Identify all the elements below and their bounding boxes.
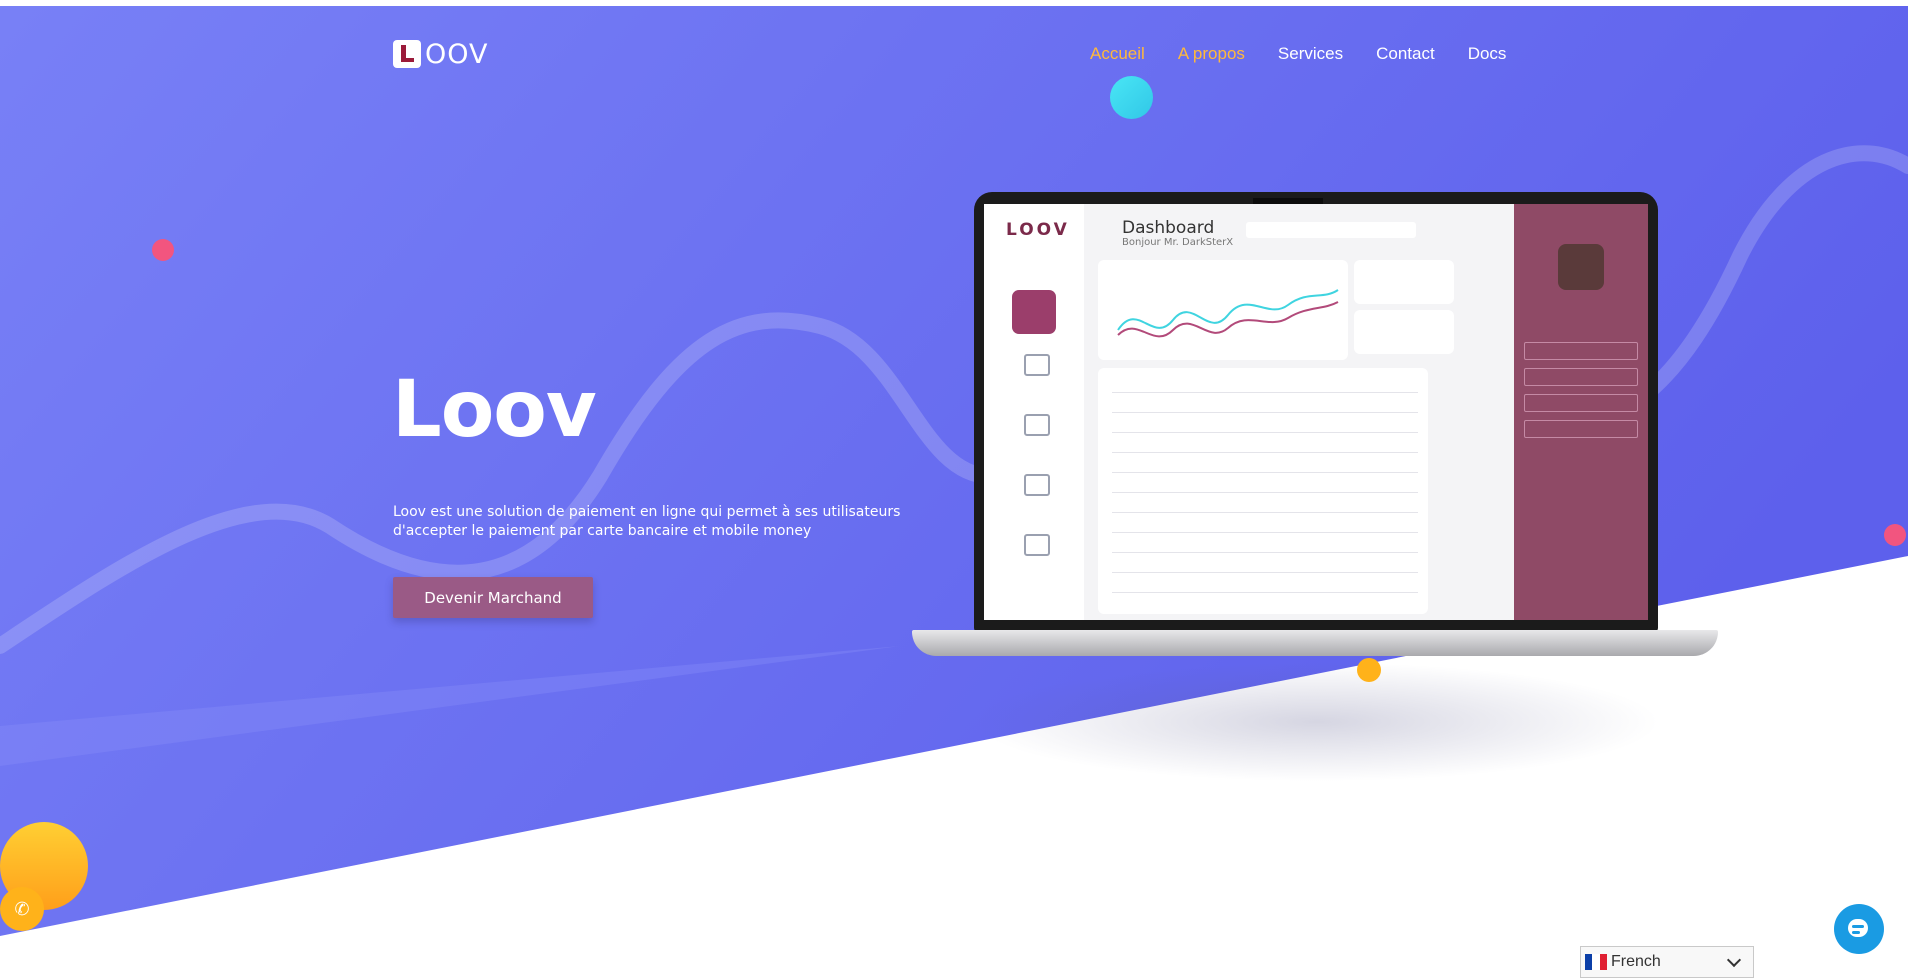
profile-field <box>1524 368 1638 386</box>
hero-description: Loov est une solution de paiement en lig… <box>393 504 901 539</box>
earnings-card <box>1354 260 1454 304</box>
language-selector[interactable]: French <box>1580 946 1754 978</box>
table-row <box>1112 532 1418 533</box>
become-merchant-button[interactable]: Devenir Marchand <box>393 577 593 618</box>
table-row <box>1112 592 1418 593</box>
profile-field <box>1524 394 1638 412</box>
main-nav: Accueil A propos Services Contact Docs <box>1090 44 1539 64</box>
decor-cyan-bubble <box>1110 76 1153 119</box>
language-label: French <box>1611 953 1661 970</box>
table-row <box>1112 412 1418 413</box>
table-row <box>1112 552 1418 553</box>
dashboard-greeting: Bonjour Mr. DarkSterX <box>1122 237 1234 248</box>
apps-card <box>1354 310 1454 354</box>
profile-field <box>1524 342 1638 360</box>
table-row <box>1112 472 1418 473</box>
dashboard-nav-active <box>1012 290 1056 334</box>
dashboard-screenshot: LOOV Dashboard Bonjour Mr. DarkSterX <box>984 204 1648 620</box>
dashboard-title: Dashboard <box>1122 218 1215 238</box>
profile-avatar <box>1558 244 1604 290</box>
logo-mark-icon <box>393 40 421 68</box>
table-row <box>1112 512 1418 513</box>
dashboard-main: Dashboard Bonjour Mr. DarkSterX <box>1088 204 1510 620</box>
chevron-down-icon <box>1726 952 1742 967</box>
table-row <box>1112 572 1418 573</box>
transactions-icon <box>1024 414 1050 436</box>
dashboard-line-chart <box>1117 289 1339 338</box>
logo-text: OOV <box>425 38 489 70</box>
profile-panel <box>1514 204 1648 620</box>
merchant-icon <box>1024 474 1050 496</box>
apps-icon <box>1024 354 1050 376</box>
decor-pink-dot-right <box>1884 524 1906 546</box>
nav-docs[interactable]: Docs <box>1468 44 1507 64</box>
table-row <box>1112 432 1418 433</box>
dashboard-search <box>1246 222 1416 238</box>
profile-field <box>1524 420 1638 438</box>
top-border <box>0 0 1908 6</box>
flag-fr-icon <box>1585 954 1607 970</box>
table-row <box>1112 392 1418 393</box>
laptop-shadow <box>972 662 1662 782</box>
payments-table <box>1098 368 1428 614</box>
hero-title: Loov <box>392 365 597 455</box>
nav-a-propos[interactable]: A propos <box>1178 44 1245 64</box>
api-doc-icon <box>1024 534 1050 556</box>
laptop-mockup: LOOV Dashboard Bonjour Mr. DarkSterX <box>912 192 1718 782</box>
nav-services[interactable]: Services <box>1278 44 1343 64</box>
decor-orange-dot <box>1357 658 1381 682</box>
table-row <box>1112 492 1418 493</box>
brand-logo[interactable]: OOV <box>393 38 489 70</box>
nav-accueil[interactable]: Accueil <box>1090 44 1145 64</box>
phone-icon[interactable]: ✆ <box>0 887 44 931</box>
chat-icon[interactable] <box>1834 904 1884 954</box>
dashboard-chart-card <box>1098 260 1348 360</box>
decor-pink-dot <box>152 239 174 261</box>
table-row <box>1112 452 1418 453</box>
dashboard-sidebar: LOOV <box>984 204 1084 620</box>
nav-contact[interactable]: Contact <box>1376 44 1435 64</box>
dashboard-logo: LOOV <box>1006 220 1070 240</box>
laptop-base <box>912 630 1718 656</box>
